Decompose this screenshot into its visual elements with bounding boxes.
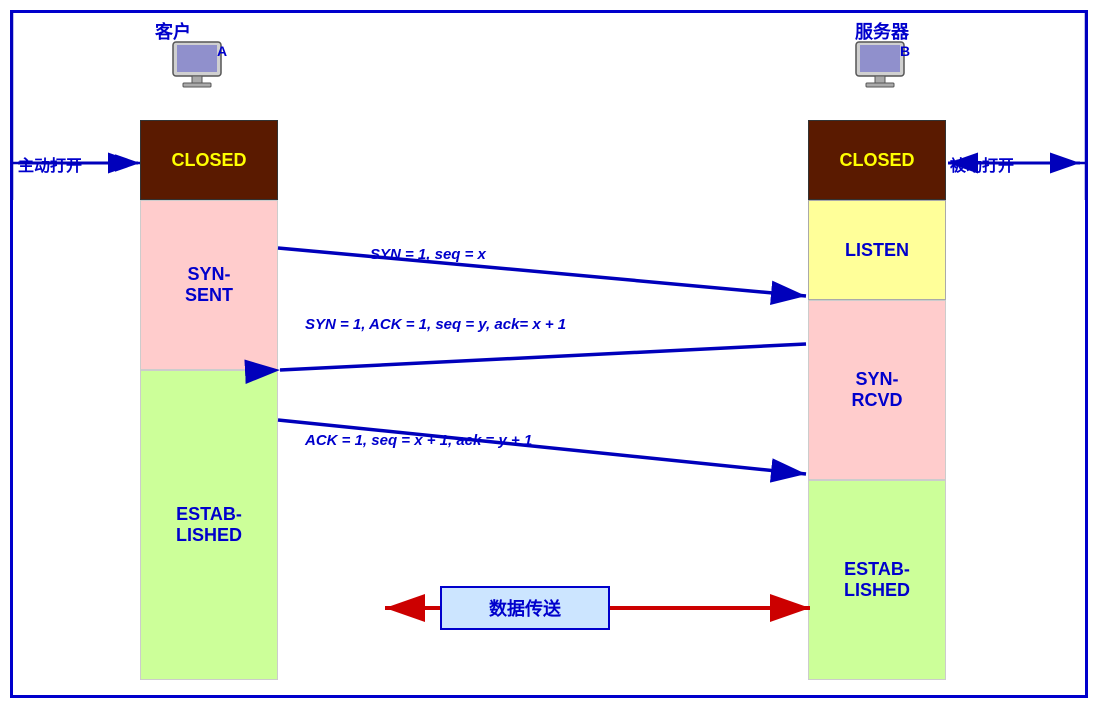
active-open-label: 主动打开 bbox=[18, 152, 82, 176]
server-computer-icon: B bbox=[848, 40, 918, 100]
state-listen: LISTEN bbox=[808, 200, 946, 300]
diagram-container: 客户 A 服务器 B CLOSED CLOSED bbox=[0, 0, 1099, 708]
svg-text:A: A bbox=[217, 43, 227, 59]
passive-open-label: 被动打开 bbox=[950, 152, 1014, 176]
ack-arrow-label: ACK = 1, seq = x + 1, ack = y + 1 bbox=[305, 432, 532, 449]
state-closed-left: CLOSED bbox=[140, 120, 278, 200]
data-transfer-box: 数据传送 bbox=[440, 586, 610, 630]
client-computer-icon: A bbox=[165, 40, 235, 100]
svg-text:B: B bbox=[900, 43, 910, 59]
state-established-left: ESTAB- LISHED bbox=[140, 370, 278, 680]
state-closed-right: CLOSED bbox=[808, 120, 946, 200]
state-syn-sent: SYN- SENT bbox=[140, 200, 278, 370]
syn-arrow-label: SYN = 1, seq = x bbox=[370, 246, 486, 263]
state-established-right: ESTAB- LISHED bbox=[808, 480, 946, 680]
syn-ack-arrow-label: SYN = 1, ACK = 1, seq = y, ack= x + 1 bbox=[305, 316, 566, 333]
state-syn-rcvd: SYN- RCVD bbox=[808, 300, 946, 480]
